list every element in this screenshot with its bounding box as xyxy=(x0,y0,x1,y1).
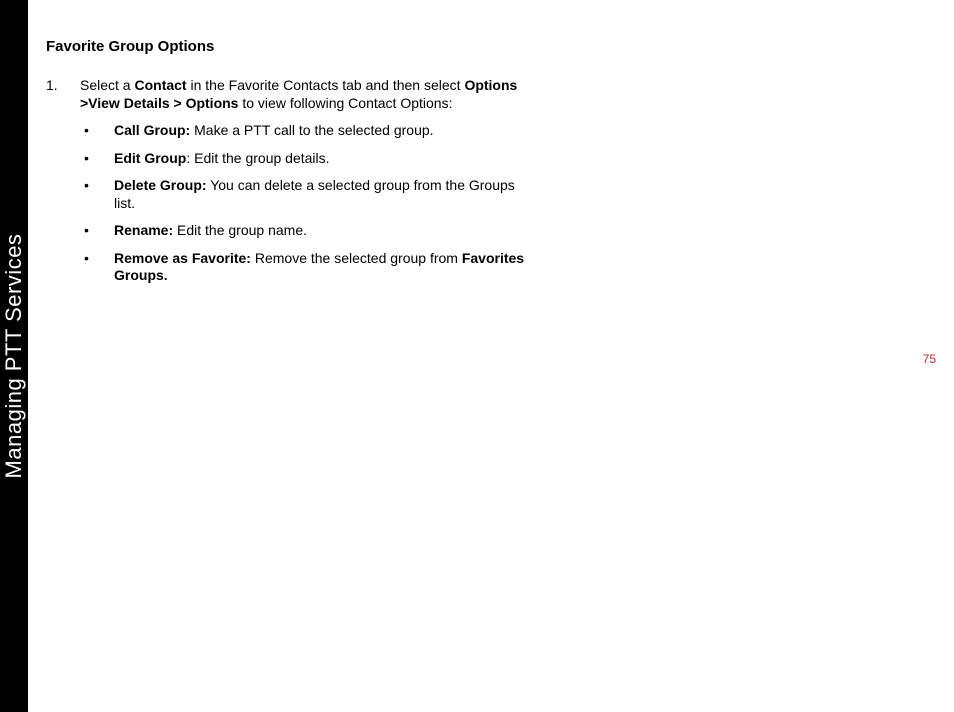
bullet-text: Edit the group name. xyxy=(173,222,307,238)
bullet-label-call-group: Call Group: xyxy=(114,122,190,138)
sidebar-section-label: Managing PTT Services xyxy=(1,234,27,479)
bullet-item: • Call Group: Make a PTT call to the sel… xyxy=(80,122,526,140)
bullet-item: • Rename: Edit the group name. xyxy=(80,222,526,240)
bullet-marker: • xyxy=(80,250,114,285)
bullet-marker: • xyxy=(80,122,114,140)
step-number: 1. xyxy=(46,77,80,112)
bullet-body: Rename: Edit the group name. xyxy=(114,222,526,240)
bullet-text: Remove the selected group from xyxy=(251,250,462,266)
numbered-step: 1. Select a Contact in the Favorite Cont… xyxy=(46,77,526,112)
bullet-text: : Edit the group details. xyxy=(186,150,329,166)
page-number: 75 xyxy=(923,352,936,366)
sidebar: Managing PTT Services xyxy=(0,0,28,712)
bullet-item: • Remove as Favorite: Remove the selecte… xyxy=(80,250,526,285)
bullet-label-rename: Rename: xyxy=(114,222,173,238)
section-heading: Favorite Group Options xyxy=(46,38,526,55)
bullet-body: Call Group: Make a PTT call to the selec… xyxy=(114,122,526,140)
step-text: to view following Contact Options: xyxy=(238,95,452,111)
bullet-text: Make a PTT call to the selected group. xyxy=(190,122,433,138)
bullet-body: Edit Group: Edit the group details. xyxy=(114,150,526,168)
bullet-marker: • xyxy=(80,150,114,168)
step-text: Select a xyxy=(80,77,134,93)
bullet-item: • Edit Group: Edit the group details. xyxy=(80,150,526,168)
page-content: Favorite Group Options 1. Select a Conta… xyxy=(46,38,526,295)
step-body: Select a Contact in the Favorite Contact… xyxy=(80,77,526,112)
bullet-item: • Delete Group: You can delete a selecte… xyxy=(80,177,526,212)
bullet-label-delete-group: Delete Group: xyxy=(114,177,207,193)
bullet-body: Delete Group: You can delete a selected … xyxy=(114,177,526,212)
bullet-label-remove-favorite: Remove as Favorite: xyxy=(114,250,251,266)
bullet-label-edit-group: Edit Group xyxy=(114,150,186,166)
bullet-marker: • xyxy=(80,177,114,212)
bullet-list: • Call Group: Make a PTT call to the sel… xyxy=(80,122,526,285)
bullet-marker: • xyxy=(80,222,114,240)
step-bold-contact: Contact xyxy=(134,77,186,93)
bullet-body: Remove as Favorite: Remove the selected … xyxy=(114,250,526,285)
step-text: in the Favorite Contacts tab and then se… xyxy=(187,77,465,93)
